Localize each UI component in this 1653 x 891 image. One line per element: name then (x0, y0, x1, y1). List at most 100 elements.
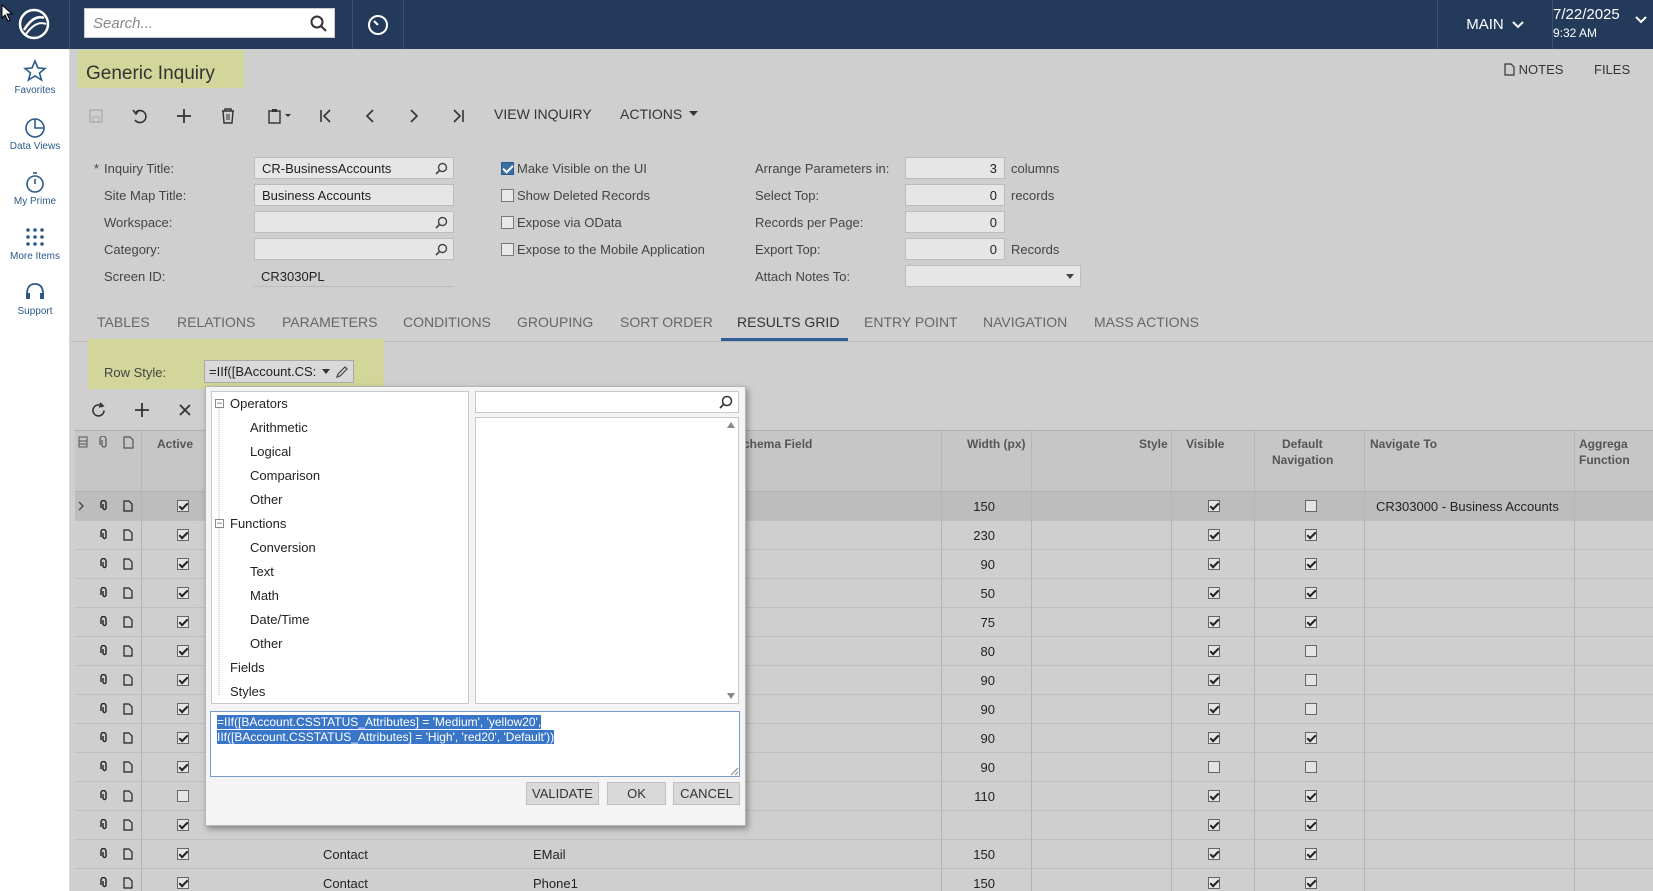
note-icon[interactable] (123, 848, 133, 860)
add-button[interactable] (171, 104, 197, 128)
ok-button[interactable]: OK (607, 782, 666, 805)
save-button[interactable] (83, 104, 109, 128)
workspace-field[interactable] (254, 211, 454, 233)
active-checkbox[interactable] (177, 761, 189, 773)
view-inquiry-button[interactable]: VIEW INQUIRY (494, 106, 592, 122)
default-navigation-checkbox[interactable] (1305, 732, 1317, 744)
tree-node[interactable]: Operators (230, 396, 288, 411)
formula-search-input[interactable] (475, 391, 739, 413)
default-navigation-checkbox[interactable] (1305, 790, 1317, 802)
copy-paste-menu[interactable] (263, 104, 297, 128)
expose-odata-checkbox[interactable] (501, 216, 514, 229)
tree-node[interactable]: Other (250, 636, 283, 651)
visible-checkbox[interactable] (1208, 529, 1220, 541)
tree-node[interactable]: Styles (230, 684, 265, 699)
next-record-button[interactable] (401, 104, 427, 128)
tab-results-grid[interactable]: RESULTS GRID (737, 314, 839, 330)
note-icon[interactable] (123, 703, 133, 715)
width-cell[interactable]: 110 (935, 789, 995, 804)
active-checkbox[interactable] (177, 674, 189, 686)
default-navigation-checkbox[interactable] (1305, 703, 1317, 715)
width-cell[interactable]: 150 (935, 847, 995, 862)
attach-notes-select[interactable] (905, 265, 1081, 287)
actions-menu[interactable]: ACTIONS (620, 106, 699, 122)
paperclip-icon[interactable] (100, 616, 109, 628)
col-active[interactable]: Active (157, 437, 193, 451)
default-navigation-checkbox[interactable] (1305, 500, 1317, 512)
show-deleted-checkbox[interactable] (501, 189, 514, 202)
search-icon[interactable] (435, 162, 448, 175)
tree-node[interactable]: Comparison (250, 468, 320, 483)
visible-checkbox[interactable] (1208, 587, 1220, 599)
note-icon[interactable] (123, 587, 133, 599)
note-icon[interactable] (123, 500, 133, 512)
add-row-icon[interactable] (134, 402, 150, 418)
formula-expression-textarea[interactable]: =IIf([BAccount.CSSTATUS_Attributes] = 'M… (210, 711, 740, 777)
active-checkbox[interactable] (177, 645, 189, 657)
export-top-field[interactable]: 0 (905, 238, 1005, 260)
site-map-title-field[interactable]: Business Accounts (254, 184, 454, 206)
default-navigation-checkbox[interactable] (1305, 761, 1317, 773)
tree-node[interactable]: Math (250, 588, 279, 603)
paperclip-icon[interactable] (100, 790, 109, 802)
tree-node[interactable]: Functions (230, 516, 286, 531)
tree-node[interactable]: Conversion (250, 540, 316, 555)
col-aggregate-1[interactable]: Aggrega (1579, 437, 1628, 451)
last-record-button[interactable] (445, 104, 471, 128)
expose-mobile-checkbox[interactable] (501, 243, 514, 256)
caret-down-icon[interactable] (322, 369, 330, 374)
visible-checkbox[interactable] (1208, 877, 1220, 889)
inquiry-title-field[interactable]: CR-BusinessAccounts (254, 157, 454, 179)
active-checkbox[interactable] (177, 587, 189, 599)
sidebar-item-more-items[interactable]: More Items (0, 225, 70, 262)
files-button[interactable]: FILES (1594, 62, 1630, 77)
validate-button[interactable]: VALIDATE (526, 782, 599, 805)
formula-item-list[interactable] (475, 417, 739, 704)
cancel-button[interactable]: CANCEL (673, 782, 740, 805)
paperclip-icon[interactable] (100, 848, 109, 860)
default-navigation-checkbox[interactable] (1305, 616, 1317, 628)
active-checkbox[interactable] (177, 616, 189, 628)
width-cell[interactable]: 50 (935, 586, 995, 601)
col-default-nav-1[interactable]: Default (1282, 437, 1323, 451)
sidebar-item-data-views[interactable]: Data Views (0, 115, 70, 152)
note-icon[interactable] (123, 645, 133, 657)
collapse-toggle-icon[interactable]: − (215, 519, 224, 528)
visible-checkbox[interactable] (1208, 790, 1220, 802)
scroll-up-icon[interactable] (726, 421, 736, 429)
width-cell[interactable]: 90 (935, 760, 995, 775)
tab-navigation[interactable]: NAVIGATION (983, 314, 1067, 330)
previous-record-button[interactable] (357, 104, 383, 128)
paperclip-icon[interactable] (100, 732, 109, 744)
active-checkbox[interactable] (177, 558, 189, 570)
search-input[interactable]: Search... (84, 8, 335, 38)
visible-checkbox[interactable] (1208, 674, 1220, 686)
default-navigation-checkbox[interactable] (1305, 587, 1317, 599)
width-cell[interactable]: 80 (935, 644, 995, 659)
tree-node[interactable]: Other (250, 492, 283, 507)
active-checkbox[interactable] (177, 848, 189, 860)
paperclip-icon[interactable] (100, 674, 109, 686)
records-per-page-field[interactable]: 0 (905, 211, 1005, 233)
search-icon[interactable] (435, 216, 448, 229)
search-icon[interactable] (310, 15, 328, 33)
delete-button[interactable] (215, 104, 241, 128)
paperclip-icon[interactable] (100, 645, 109, 657)
col-width[interactable]: Width (px) (967, 437, 1026, 451)
navigate-to-cell[interactable]: CR303000 - Business Accounts (1376, 499, 1559, 514)
default-navigation-checkbox[interactable] (1305, 529, 1317, 541)
default-navigation-checkbox[interactable] (1305, 848, 1317, 860)
table-row[interactable]: Contact EMail 150 (75, 840, 1653, 869)
note-icon[interactable] (123, 761, 133, 773)
refresh-icon[interactable] (90, 402, 107, 419)
tab-sort-order[interactable]: SORT ORDER (620, 314, 713, 330)
make-visible-checkbox[interactable] (501, 162, 514, 175)
sidebar-item-my-prime[interactable]: My Prime (0, 170, 70, 207)
col-visible[interactable]: Visible (1186, 437, 1224, 451)
active-checkbox[interactable] (177, 877, 189, 889)
note-icon[interactable] (123, 732, 133, 744)
field-cell[interactable]: Phone1 (533, 876, 578, 891)
tab-parameters[interactable]: PARAMETERS (282, 314, 377, 330)
note-icon[interactable] (123, 616, 133, 628)
paperclip-icon[interactable] (100, 558, 109, 570)
